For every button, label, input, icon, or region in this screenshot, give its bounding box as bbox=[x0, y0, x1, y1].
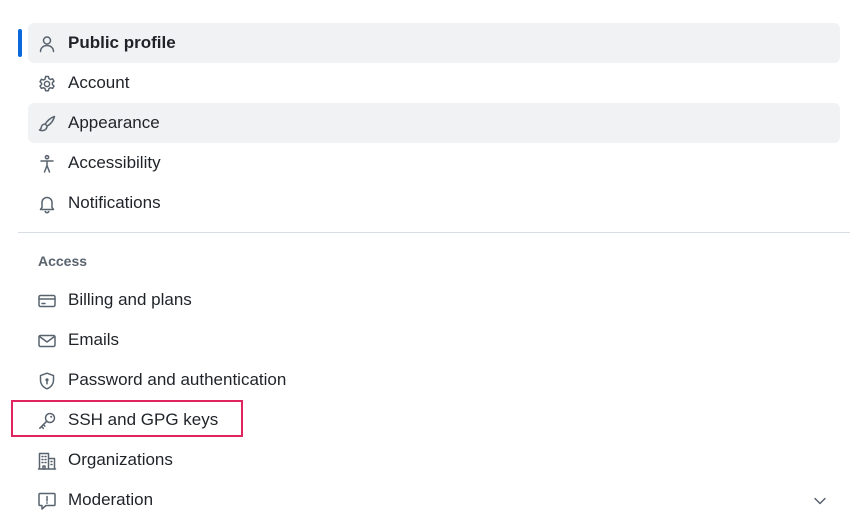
paintbrush-icon bbox=[37, 114, 57, 134]
nav-item-moderation[interactable]: Moderation bbox=[28, 480, 840, 520]
nav-item-organizations[interactable]: Organizations bbox=[28, 440, 840, 480]
nav-item-password-and-authentication[interactable]: Password and authentication bbox=[28, 360, 840, 400]
nav-item-label: Moderation bbox=[68, 490, 154, 509]
access-group-heading: Access bbox=[38, 253, 88, 269]
active-indicator bbox=[18, 29, 22, 57]
mail-icon bbox=[37, 331, 57, 351]
shield-lock-icon bbox=[37, 371, 57, 391]
nav-item-label: Billing and plans bbox=[68, 290, 192, 309]
nav-item-billing-and-plans[interactable]: Billing and plans bbox=[28, 280, 840, 320]
bell-icon bbox=[37, 194, 57, 214]
nav-item-appearance[interactable]: Appearance bbox=[28, 103, 840, 143]
settings-sidebar-nav: Public profile Account Appearance Access… bbox=[0, 0, 856, 527]
accessibility-icon bbox=[37, 154, 57, 174]
nav-item-label: Notifications bbox=[68, 193, 161, 212]
key-icon bbox=[37, 411, 57, 431]
nav-item-label: Organizations bbox=[68, 450, 173, 469]
person-icon bbox=[37, 34, 57, 54]
nav-item-notifications[interactable]: Notifications bbox=[28, 183, 840, 223]
organization-icon bbox=[37, 451, 57, 471]
nav-item-label: SSH and GPG keys bbox=[68, 410, 219, 429]
nav-item-ssh-and-gpg-keys[interactable]: SSH and GPG keys bbox=[28, 400, 840, 440]
report-icon bbox=[37, 491, 57, 511]
nav-item-label: Appearance bbox=[68, 113, 160, 132]
nav-divider bbox=[18, 232, 850, 233]
nav-item-label: Account bbox=[68, 73, 130, 92]
nav-item-account[interactable]: Account bbox=[28, 63, 840, 103]
credit-card-icon bbox=[37, 291, 57, 311]
nav-item-accessibility[interactable]: Accessibility bbox=[28, 143, 840, 183]
nav-item-label: Public profile bbox=[68, 33, 176, 52]
nav-item-label: Accessibility bbox=[68, 153, 161, 172]
gear-icon bbox=[37, 74, 57, 94]
nav-item-emails[interactable]: Emails bbox=[28, 320, 840, 360]
nav-item-label: Password and authentication bbox=[68, 370, 287, 389]
chevron-down-icon[interactable] bbox=[810, 491, 830, 511]
nav-item-label: Emails bbox=[68, 330, 120, 349]
nav-item-public-profile[interactable]: Public profile bbox=[28, 23, 840, 63]
